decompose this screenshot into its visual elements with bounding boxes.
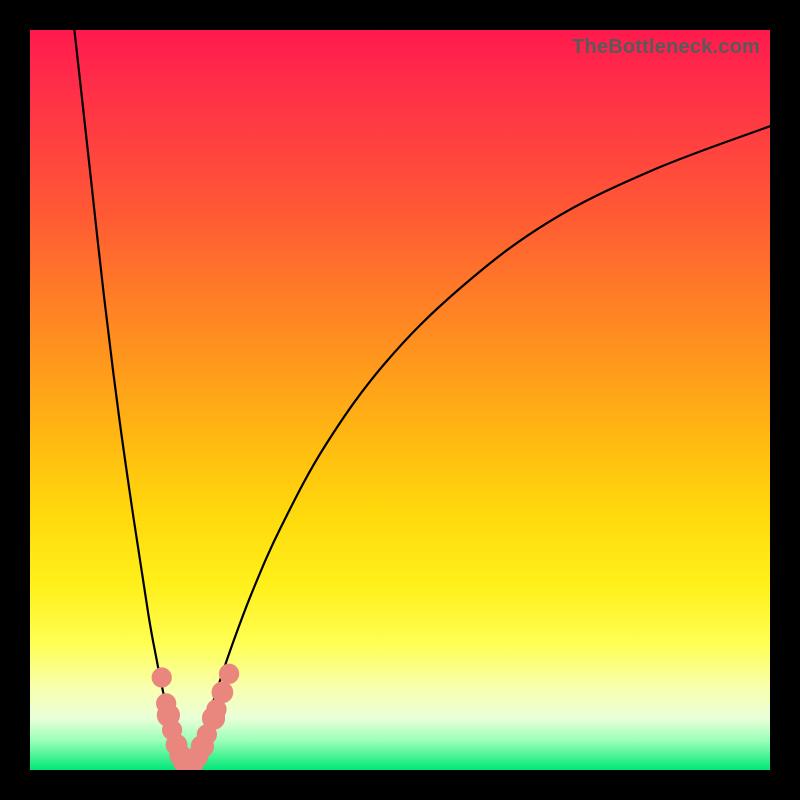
right-curve [189, 126, 770, 766]
data-marker [152, 668, 171, 687]
chart-svg [30, 30, 770, 770]
left-curve [74, 30, 185, 766]
plot-area: TheBottleneck.com [30, 30, 770, 770]
chart-frame: TheBottleneck.com [0, 0, 800, 800]
data-marker [212, 682, 233, 703]
marker-group [152, 664, 239, 770]
data-marker [219, 664, 238, 683]
